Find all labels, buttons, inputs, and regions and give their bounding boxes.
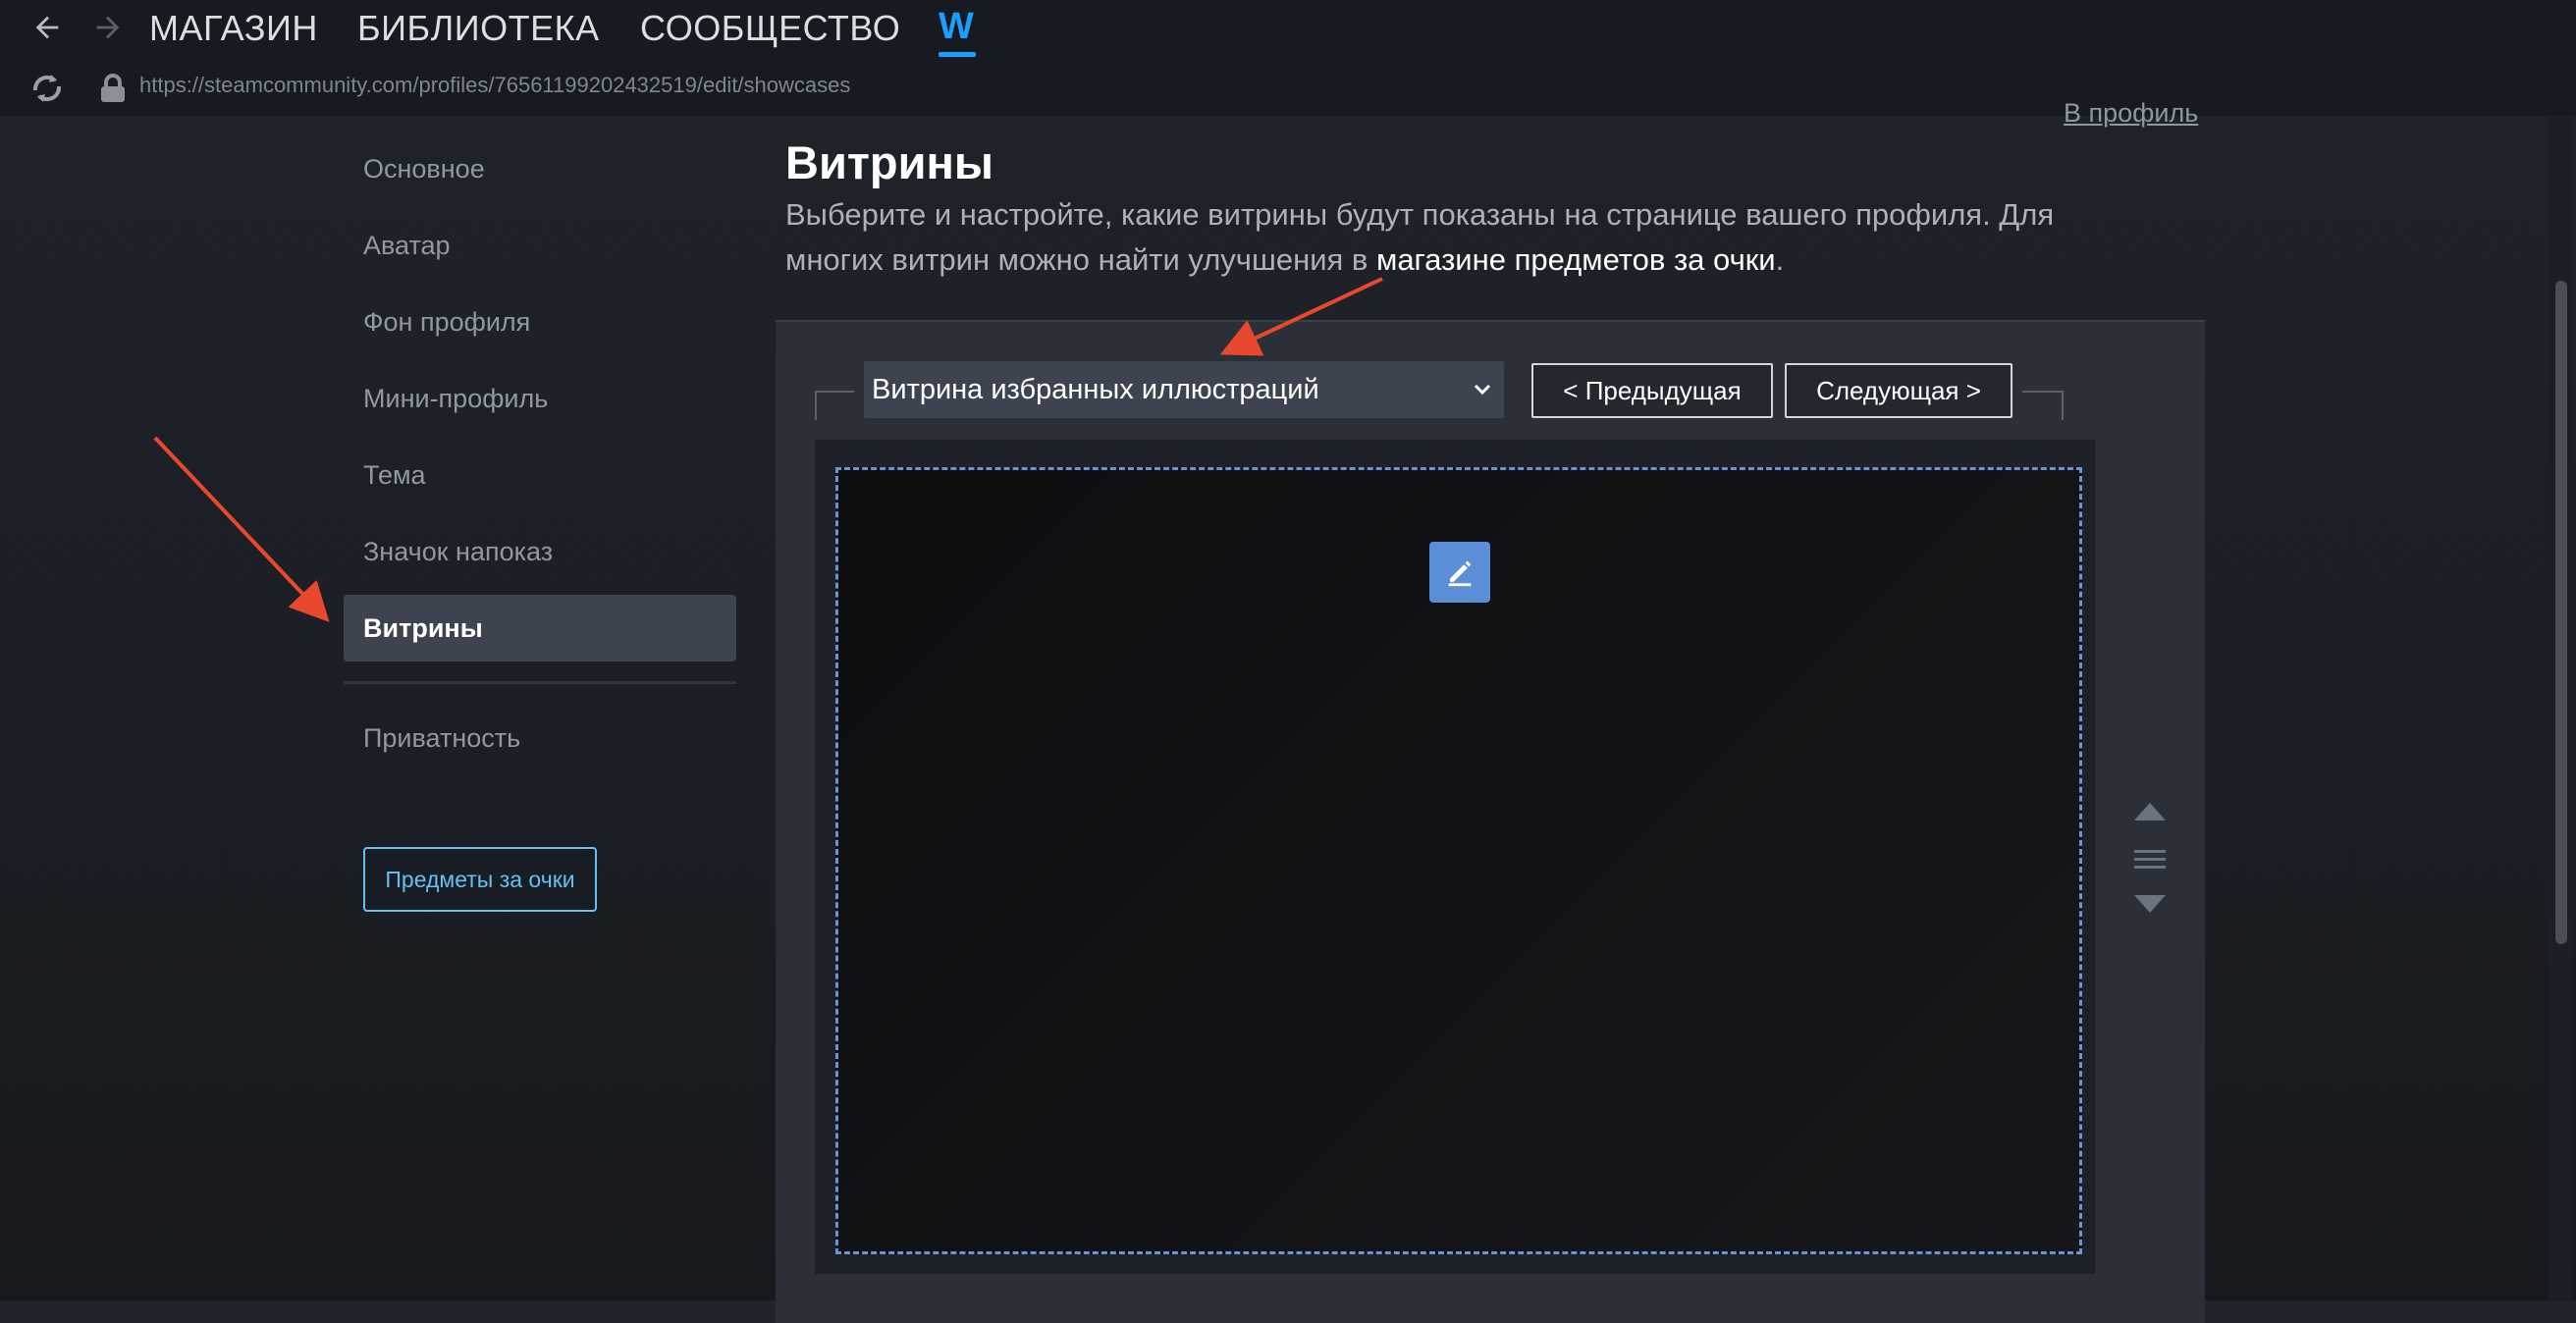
- nav-active-indicator: [939, 52, 976, 57]
- description-end: .: [1775, 242, 1785, 277]
- sidebar-item-showcases[interactable]: Витрины: [344, 595, 736, 662]
- points-shop-link[interactable]: магазине предметов за очки: [1376, 242, 1776, 277]
- sidebar-item-general[interactable]: Основное: [344, 135, 736, 202]
- pencil-icon: [1448, 560, 1472, 587]
- next-showcase-button[interactable]: Следующая >: [1785, 363, 2012, 418]
- points-shop-button[interactable]: Предметы за очки: [363, 847, 597, 912]
- chevron-down-icon: [1474, 384, 1491, 396]
- arrow-left-icon[interactable]: [27, 8, 67, 47]
- sidebar-item-mini-profile[interactable]: Мини-профиль: [344, 365, 736, 432]
- sidebar-divider: [344, 681, 736, 684]
- showcase-type-value: Витрина избранных иллюстраций: [872, 373, 1319, 405]
- nav-library[interactable]: БИБЛИОТЕКА: [357, 8, 600, 49]
- refresh-icon[interactable]: [27, 69, 67, 108]
- main-nav: МАГАЗИН БИБЛИОТЕКА СООБЩЕСТВО W: [0, 0, 2576, 61]
- sidebar-item-privacy[interactable]: Приватность: [344, 705, 736, 771]
- page-title: Витрины: [785, 136, 993, 188]
- previous-showcase-button[interactable]: < Предыдущая: [1531, 363, 1773, 418]
- nav-community[interactable]: СООБЩЕСТВО: [640, 8, 900, 49]
- sidebar-item-featured-badge[interactable]: Значок напоказ: [344, 518, 736, 585]
- annotation-arrow-sidebar: [153, 436, 330, 622]
- arrow-right-icon[interactable]: [88, 8, 128, 47]
- sidebar-item-profile-background[interactable]: Фон профиля: [344, 289, 736, 355]
- sidebar-item-avatar[interactable]: Аватар: [344, 212, 736, 279]
- nav-user-profile[interactable]: W: [939, 6, 974, 48]
- panel-bracket-right: [2022, 391, 2064, 420]
- url-text[interactable]: https://steamcommunity.com/profiles/7656…: [139, 73, 850, 98]
- sidebar-item-theme[interactable]: Тема: [344, 442, 736, 508]
- page-description: Выберите и настройте, какие витрины буду…: [785, 192, 2120, 283]
- edit-showcase-button[interactable]: [1429, 542, 1490, 603]
- panel-bracket-left: [815, 391, 854, 420]
- back-to-profile-link[interactable]: В профиль: [2064, 98, 2198, 129]
- nav-store[interactable]: МАГАЗИН: [149, 8, 318, 49]
- scrollbar-thumb[interactable]: [2555, 281, 2567, 944]
- reorder-handle-icon[interactable]: [2132, 801, 2168, 919]
- showcase-type-select[interactable]: Витрина избранных иллюстраций: [864, 361, 1504, 418]
- lock-icon: [98, 73, 128, 104]
